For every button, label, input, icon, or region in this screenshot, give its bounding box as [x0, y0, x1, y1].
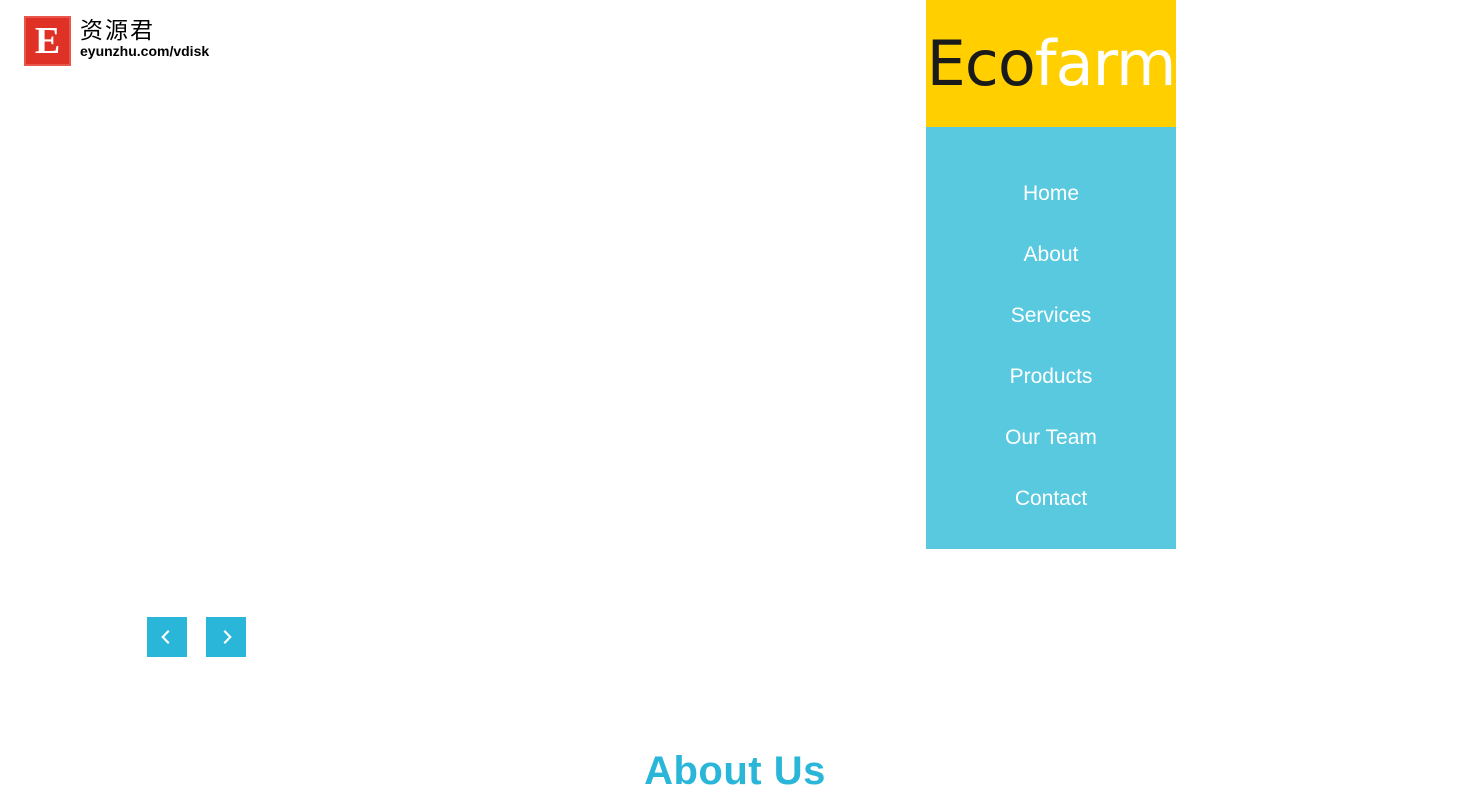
carousel-next-button[interactable]	[206, 617, 246, 657]
nav-list: Home About Services Products Our Team Co…	[926, 163, 1176, 529]
about-section-title: About Us	[644, 749, 826, 793]
site-watermark: E 资源君 eyunzhu.com/vdisk	[24, 16, 209, 66]
brand-logo-primary: Eco	[926, 26, 1036, 100]
chevron-right-icon	[219, 629, 233, 645]
nav-link-services[interactable]: Services	[1011, 304, 1092, 328]
nav-link-products[interactable]: Products	[1010, 365, 1093, 389]
brand-header: Ecofarm	[926, 0, 1176, 127]
watermark-url: eyunzhu.com/vdisk	[80, 43, 210, 59]
watermark-badge: E	[24, 16, 71, 66]
brand-logo-secondary: farm	[1034, 26, 1176, 100]
nav-item-contact[interactable]: Contact	[926, 468, 1176, 529]
nav-link-home[interactable]: Home	[1023, 182, 1079, 206]
nav-link-contact[interactable]: Contact	[1015, 487, 1087, 511]
primary-navigation: Home About Services Products Our Team Co…	[926, 127, 1176, 549]
nav-item-home[interactable]: Home	[926, 163, 1176, 224]
side-panel: Ecofarm Home About Services Products Our…	[926, 0, 1176, 549]
nav-item-about[interactable]: About	[926, 224, 1176, 285]
brand-logo-text: Ecofarm	[927, 31, 1176, 96]
nav-item-our-team[interactable]: Our Team	[926, 407, 1176, 468]
carousel-controls	[147, 617, 246, 657]
watermark-badge-letter: E	[34, 20, 61, 62]
watermark-chinese-name: 资源君	[80, 18, 155, 44]
nav-link-about[interactable]: About	[1024, 243, 1079, 267]
watermark-text: 资源君 eyunzhu.com/vdisk	[80, 16, 209, 59]
nav-item-products[interactable]: Products	[926, 346, 1176, 407]
about-section-header: About Us	[0, 748, 1470, 794]
nav-link-our-team[interactable]: Our Team	[1005, 426, 1097, 450]
carousel-prev-button[interactable]	[147, 617, 187, 657]
chevron-left-icon	[160, 629, 174, 645]
nav-item-services[interactable]: Services	[926, 285, 1176, 346]
